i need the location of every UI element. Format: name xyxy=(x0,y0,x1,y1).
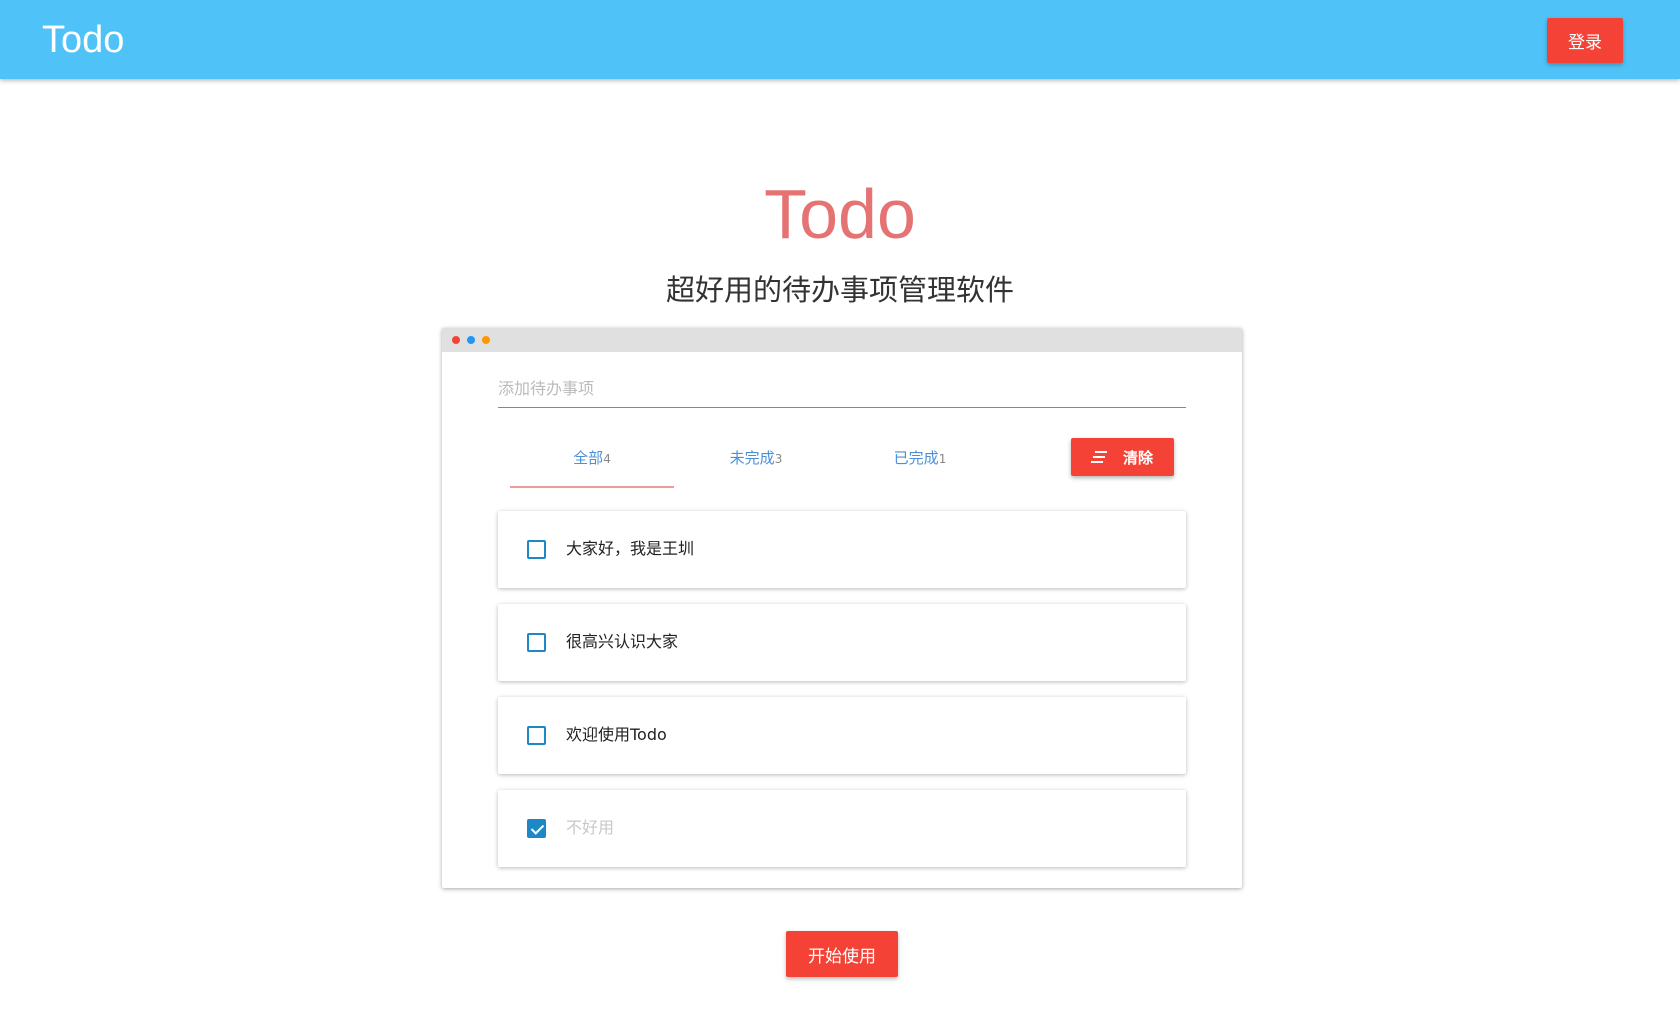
window-title-bar xyxy=(442,328,1242,352)
todo-item-completed: 不好用 xyxy=(498,790,1186,867)
active-tab-indicator xyxy=(510,486,674,488)
todo-checkbox[interactable] xyxy=(527,726,546,745)
clear-list-icon xyxy=(1091,451,1107,463)
tab-completed-label: 已完成 xyxy=(893,449,939,467)
login-button[interactable]: 登录 xyxy=(1547,18,1623,63)
tab-all-label: 全部 xyxy=(573,449,604,467)
todo-text: 不好用 xyxy=(566,818,615,837)
todo-checkbox[interactable] xyxy=(527,633,546,652)
todo-checkbox-checked[interactable] xyxy=(527,819,546,838)
clear-button-label: 清除 xyxy=(1123,449,1154,467)
hero-subtitle: 超好用的待办事项管理软件 xyxy=(665,273,1014,307)
app-preview-window: 全部4 未完成3 已完成1 清除 大家好，我是王圳 很高兴认识大家 欢迎使用To… xyxy=(442,328,1242,888)
todo-text: 很高兴认识大家 xyxy=(566,632,679,651)
tab-all[interactable]: 全部4 xyxy=(510,446,674,480)
get-started-button[interactable]: 开始使用 xyxy=(786,931,898,977)
maximize-dot-icon xyxy=(482,336,490,344)
todo-item: 大家好，我是王圳 xyxy=(498,511,1186,588)
minimize-dot-icon xyxy=(467,336,475,344)
hero-title: Todo xyxy=(764,175,916,253)
close-dot-icon xyxy=(452,336,460,344)
tab-completed[interactable]: 已完成1 xyxy=(838,446,1002,480)
tab-incomplete-label: 未完成 xyxy=(729,449,775,467)
clear-button[interactable]: 清除 xyxy=(1071,438,1174,476)
todo-text: 欢迎使用Todo xyxy=(566,725,667,744)
top-app-bar: Todo 登录 xyxy=(0,0,1680,79)
todo-item: 很高兴认识大家 xyxy=(498,604,1186,681)
brand-title: Todo xyxy=(42,19,125,61)
add-todo-input[interactable] xyxy=(498,370,1186,408)
tab-incomplete-count: 3 xyxy=(774,452,783,466)
todo-item: 欢迎使用Todo xyxy=(498,697,1186,774)
todo-text: 大家好，我是王圳 xyxy=(566,539,695,558)
tab-completed-count: 1 xyxy=(938,452,947,466)
tab-all-count: 4 xyxy=(603,452,611,466)
todo-checkbox[interactable] xyxy=(527,540,546,559)
tab-incomplete[interactable]: 未完成3 xyxy=(674,446,838,480)
